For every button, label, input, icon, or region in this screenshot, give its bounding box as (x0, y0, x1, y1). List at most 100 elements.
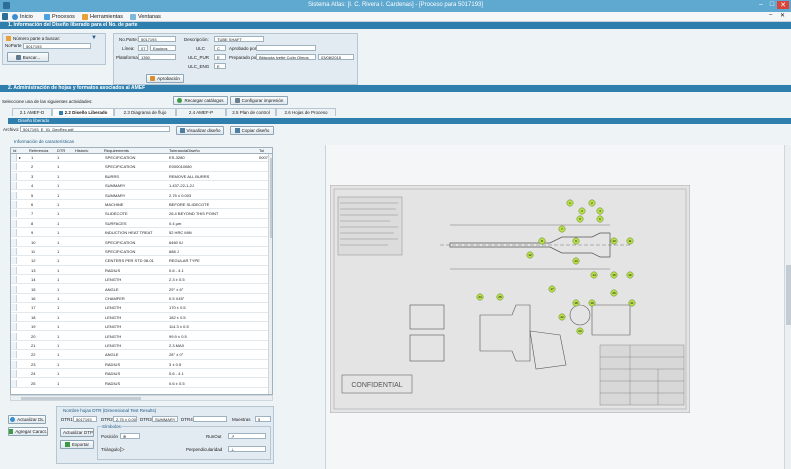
table-row[interactable]: 12 1 CENTERS PER STD 08-01 REGULAR TYPE (11, 257, 272, 266)
table-row[interactable]: 5 1 SUMMARY 2.75 ± 0.003 (11, 191, 272, 200)
grid-scroll-thumb[interactable] (270, 158, 272, 238)
table-row[interactable]: 18 1 LENGTH 182 ± 0.5 (11, 313, 272, 322)
table-row[interactable]: 23 1 RADIUS 3 ± 0.5 (11, 360, 272, 369)
menu-ventanas[interactable]: Ventanas (130, 13, 161, 21)
viewer-vertical-scrollbar[interactable] (784, 145, 791, 469)
row-header[interactable] (11, 370, 17, 378)
row-header[interactable] (11, 332, 17, 340)
row-header[interactable] (11, 266, 17, 274)
mdi-close-button[interactable]: ✕ (780, 12, 785, 19)
row-header[interactable] (11, 285, 17, 293)
linea-name-field[interactable]: Equipos (150, 45, 176, 51)
view-design-button[interactable]: Visualizar diseño (176, 126, 224, 135)
tab-diseno-liberado[interactable]: 2.2 Diseño Liberado (52, 108, 114, 116)
table-row[interactable]: 1 1 SPECIFICATION ES-3280 0007 ▸ (11, 154, 272, 163)
row-header[interactable] (11, 257, 17, 265)
table-row[interactable]: 8 1 SURFACES 0.4 µm (11, 219, 272, 228)
menu-herramientas[interactable]: Herramientas (82, 13, 123, 21)
linea-field[interactable]: 07 (138, 45, 148, 51)
tab-amef-d[interactable]: 2.1 AMEF-D (12, 108, 52, 116)
table-row[interactable]: 7 1 SLIDECOTE 26.4 BEYOND THIS POINT (11, 210, 272, 219)
row-header[interactable] (11, 351, 17, 359)
part-search-input[interactable]: 5017193 (23, 43, 91, 49)
row-header[interactable] (11, 154, 17, 161)
update-dtr-button[interactable]: Actualizar DL (8, 415, 46, 424)
row-header[interactable] (11, 163, 17, 171)
table-row[interactable]: 6 1 MACHINE BEFORE SLIDECOTE (11, 201, 272, 210)
filter-icon[interactable]: ▼ (91, 35, 97, 41)
copy-design-button[interactable]: Copiar diseño (230, 126, 274, 135)
row-header[interactable] (11, 229, 17, 237)
table-row[interactable]: 21 1 LENGTH 2.3 MAX (11, 342, 272, 351)
row-header[interactable] (11, 238, 17, 246)
row-header[interactable] (11, 219, 17, 227)
triangle-symbol-icon[interactable]: ▷ (120, 446, 125, 453)
system-menu-icon[interactable] (2, 13, 8, 20)
reload-catalogs-button[interactable]: Recargar catálogos (173, 96, 228, 105)
table-row[interactable]: 13 1 RADIUS 0.6 - 4.1 (11, 266, 272, 275)
menu-inicio[interactable]: Inicio (12, 13, 33, 21)
grid-hscroll-thumb[interactable] (21, 397, 141, 400)
fecha-field[interactable]: 03/08/2015 (318, 54, 354, 60)
viewer-scroll-thumb[interactable] (786, 265, 791, 325)
table-row[interactable]: 9 1 INDUCTION HEAT TREAT 52 HRC MIN (11, 229, 272, 238)
row-header[interactable] (11, 210, 17, 218)
update-dtp-button[interactable]: Actualizar DTP (60, 428, 94, 437)
characteristics-grid[interactable]: Id Referencia DTR Historic Requirements … (10, 147, 273, 395)
row-header[interactable] (11, 276, 17, 284)
table-row[interactable]: 20 1 LENGTH 99.9 ± 0.5 (11, 332, 272, 341)
tab-hojas-proceso[interactable]: 2.6 Hojas de Proceso (276, 108, 336, 116)
no-parte-field[interactable]: 5017193 (138, 36, 176, 42)
row-header[interactable] (11, 379, 17, 387)
configure-print-button[interactable]: Configurar impresión (230, 96, 288, 105)
grid-vertical-scrollbar[interactable] (268, 154, 272, 394)
ulc-field[interactable]: C (214, 45, 226, 51)
table-row[interactable]: 10 1 SPECIFICATION 6460 IU (11, 238, 272, 247)
row-header[interactable] (11, 323, 17, 331)
row-header[interactable] (11, 172, 17, 180)
row-header[interactable] (11, 360, 17, 368)
table-row[interactable]: 3 1 BURRS REMOVE ALL BURRS (11, 172, 272, 181)
ulc-eng-field[interactable]: E (214, 63, 226, 69)
grid-horizontal-scrollbar[interactable] (10, 395, 273, 401)
tab-plan-control[interactable]: 2.5 Plan de control (226, 108, 276, 116)
preparado-field[interactable]: Bitácoda Ivette Colín Olmos (256, 54, 316, 60)
table-row[interactable]: 22 1 ANGLE 28° ± 0° (11, 351, 272, 360)
row-header[interactable] (11, 304, 17, 312)
table-row[interactable]: 11 1 SPECIFICATION 688 J (11, 248, 272, 257)
descripcion-field[interactable]: TUBE SHAFT (214, 36, 264, 42)
muestras-field[interactable]: 5 (255, 416, 271, 422)
table-row[interactable]: 15 1 ANGLE 29° ± 6° (11, 285, 272, 294)
posicion-symbol-field[interactable]: ⊕ (120, 433, 140, 439)
table-row[interactable]: 4 1 SUMMARY 1.437-22-1-2J (11, 182, 272, 191)
table-row[interactable]: 16 1 CHAMFER 0.5 X45° (11, 295, 272, 304)
row-header[interactable] (11, 313, 17, 321)
approval-button[interactable]: Aprobación (146, 74, 184, 83)
dtr4-field[interactable] (193, 416, 227, 422)
perpendicularidad-symbol-field[interactable]: ⊥ (228, 446, 266, 452)
menu-procesos[interactable]: Procesos (44, 13, 75, 21)
table-row[interactable]: 2 1 SPECIFICATION E000010080 (11, 163, 272, 172)
add-characteristic-button[interactable]: Agregar Caract. (8, 427, 48, 436)
row-header[interactable] (11, 248, 17, 255)
table-row[interactable]: 24 1 RADIUS 0.6 - 4.1 (11, 370, 272, 379)
dtr1-field[interactable]: 5017193 (73, 416, 97, 422)
plataforma-field[interactable]: 1350 (138, 54, 176, 60)
export-button[interactable]: Exportar (60, 440, 94, 449)
archivo-field[interactable]: 5017193_E_01_DepRec.pdf (20, 126, 170, 132)
row-header[interactable] (11, 342, 17, 349)
runout-symbol-field[interactable]: ↗ (228, 433, 266, 439)
mdi-minimize-button[interactable]: – (769, 12, 772, 18)
row-header[interactable] (11, 201, 17, 208)
close-button[interactable]: ✕ (777, 1, 789, 9)
tab-amef-p[interactable]: 2.4 AMEF-P (176, 108, 226, 116)
dtr2-field[interactable]: 2.75 ± 0.003 (113, 416, 137, 422)
row-header[interactable] (11, 191, 17, 199)
tab-diagrama-flujo[interactable]: 2.3 Diagrama de flujo (114, 108, 176, 116)
row-header[interactable] (11, 182, 17, 190)
table-row[interactable]: 17 1 LENGTH 170 ± 0.5 (11, 304, 272, 313)
dtr3-field[interactable]: SUMMARY (152, 416, 178, 422)
table-row[interactable]: 25 1 RADIUS 0.6 ± 0.5 (11, 379, 272, 388)
ulc-pur-field[interactable]: E (214, 54, 226, 60)
aprobado-field[interactable] (256, 45, 316, 51)
